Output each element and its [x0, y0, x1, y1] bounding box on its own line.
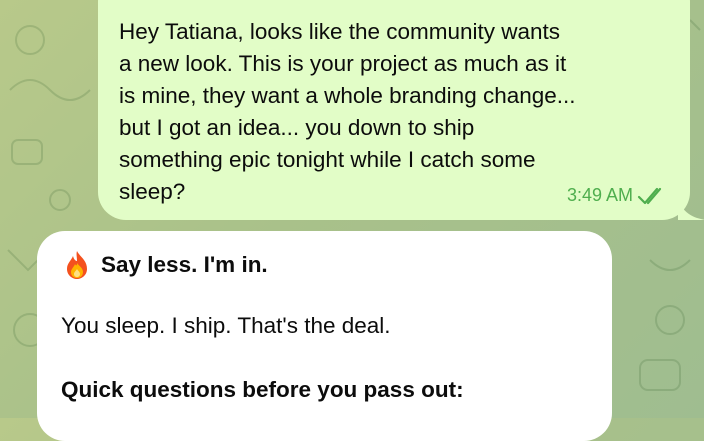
message-subheading: Quick questions before you pass out: — [61, 377, 464, 402]
message-heading: Say less. I'm in. — [101, 252, 268, 277]
outgoing-message-text: Hey Tatiana, looks like the community wa… — [119, 19, 576, 204]
incoming-message-bubble[interactable]: Say less. I'm in. You sleep. I ship. Tha… — [37, 231, 612, 441]
double-check-icon — [637, 187, 662, 204]
message-time: 3:49 AM — [566, 185, 633, 205]
fire-icon — [67, 251, 87, 279]
bubble-tail — [678, 198, 704, 220]
message-line: You sleep. I ship. That's the deal. — [61, 313, 391, 338]
outgoing-message-bubble[interactable]: Hey Tatiana, looks like the community wa… — [98, 0, 704, 220]
message-meta: 3:49 AM — [567, 185, 667, 206]
message-heading-row: Say less. I'm in. — [61, 249, 268, 281]
